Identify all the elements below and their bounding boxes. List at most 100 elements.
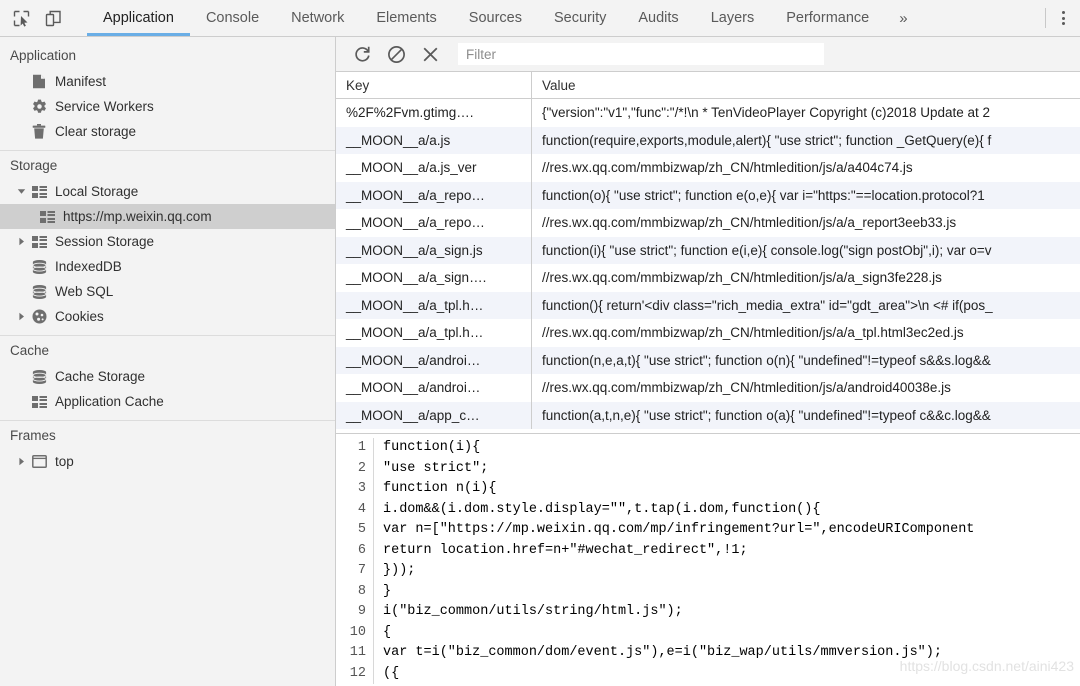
manifest-file-icon (28, 74, 50, 89)
storage-main-panel: Key Value %2F%2Fvm.gtimg….{"version":"v1… (336, 37, 1080, 686)
table-row[interactable]: __MOON__a/a_sign….//res.wx.qq.com/mmbizw… (336, 264, 1080, 292)
code-line: 5var n=["https://mp.weixin.qq.com/mp/inf… (336, 520, 1080, 541)
tab-console[interactable]: Console (190, 0, 275, 36)
line-text: { (374, 623, 391, 644)
sidebar-section-cache: Cache (0, 338, 335, 364)
sidebar-item-manifest[interactable]: Manifest (0, 69, 335, 94)
device-toolbar-icon[interactable] (40, 5, 66, 31)
database-icon (28, 260, 50, 274)
column-header-key[interactable]: Key (336, 72, 532, 99)
cell-key: %2F%2Fvm.gtimg…. (336, 99, 532, 127)
sidebar-item-local-storage[interactable]: Local Storage (0, 179, 335, 204)
value-preview-panel[interactable]: 1function(i){ 2"use strict"; 3function n… (336, 434, 1080, 686)
tab-security[interactable]: Security (538, 0, 622, 36)
sidebar-divider (0, 150, 335, 151)
table-row[interactable]: __MOON__a/a_repo…function(o){ "use stric… (336, 182, 1080, 210)
sidebar-item-label: Cookies (55, 310, 104, 324)
cell-key: __MOON__a/a_tpl.h… (336, 292, 532, 320)
tab-elements[interactable]: Elements (360, 0, 452, 36)
filter-input[interactable] (458, 43, 824, 65)
line-text: function n(i){ (374, 479, 496, 500)
cell-value: //res.wx.qq.com/mmbizwap/zh_CN/htmlediti… (532, 374, 1080, 402)
sidebar-item-web-sql[interactable]: Web SQL (0, 279, 335, 304)
sidebar-item-application-cache[interactable]: Application Cache (0, 389, 335, 414)
tab-sources[interactable]: Sources (453, 0, 538, 36)
line-text: var n=["https://mp.weixin.qq.com/mp/infr… (374, 520, 974, 541)
code-line: 8} (336, 582, 1080, 603)
table-row[interactable]: __MOON__a/a_repo…//res.wx.qq.com/mmbizwa… (336, 209, 1080, 237)
cell-value: //res.wx.qq.com/mmbizwap/zh_CN/htmlediti… (532, 319, 1080, 347)
chevron-right-icon[interactable] (14, 457, 28, 466)
code-line: 10{ (336, 623, 1080, 644)
devtools-tabbar: Application Console Network Elements Sou… (0, 0, 1080, 37)
sidebar-item-clear-storage[interactable]: Clear storage (0, 119, 335, 144)
refresh-icon[interactable] (350, 42, 374, 66)
tab-layers[interactable]: Layers (695, 0, 771, 36)
tab-audits[interactable]: Audits (622, 0, 694, 36)
table-row[interactable]: %2F%2Fvm.gtimg….{"version":"v1","func":"… (336, 99, 1080, 127)
table-row[interactable]: __MOON__a/a_sign.jsfunction(i){ "use str… (336, 237, 1080, 265)
tab-network[interactable]: Network (275, 0, 360, 36)
line-text: })); (374, 561, 415, 582)
line-number: 8 (336, 582, 374, 603)
sidebar-item-label: Local Storage (55, 185, 138, 199)
frame-icon (28, 455, 50, 468)
chevron-right-icon[interactable] (14, 237, 28, 246)
cell-key: __MOON__a/androi… (336, 374, 532, 402)
sidebar-item-cache-storage[interactable]: Cache Storage (0, 364, 335, 389)
code-line: 7})); (336, 561, 1080, 582)
tab-application[interactable]: Application (87, 0, 190, 36)
cell-value: //res.wx.qq.com/mmbizwap/zh_CN/htmlediti… (532, 209, 1080, 237)
table-row[interactable]: __MOON__a/a_tpl.h…function(){ return'<di… (336, 292, 1080, 320)
devtools-window: Application Console Network Elements Sou… (0, 0, 1080, 686)
line-text: i.dom&&(i.dom.style.display="",t.tap(i.d… (374, 500, 820, 521)
table-body: %2F%2Fvm.gtimg….{"version":"v1","func":"… (336, 99, 1080, 430)
code-line: 3function n(i){ (336, 479, 1080, 500)
sidebar-item-origin-weixin[interactable]: https://mp.weixin.qq.com (0, 204, 335, 229)
tab-label: Elements (376, 10, 436, 26)
sidebar-section-application: Application (0, 43, 335, 69)
clear-all-icon[interactable] (384, 42, 408, 66)
cell-value: //res.wx.qq.com/mmbizwap/zh_CN/htmlediti… (532, 154, 1080, 182)
kebab-menu-icon[interactable] (1052, 5, 1074, 31)
line-text: var t=i("biz_common/dom/event.js"),e=i("… (374, 643, 942, 664)
cell-key: __MOON__a/a.js (336, 127, 532, 155)
cell-key: __MOON__a/a_sign.js (336, 237, 532, 265)
table-row[interactable]: __MOON__a/a_tpl.h…//res.wx.qq.com/mmbizw… (336, 319, 1080, 347)
code-line: 4i.dom&&(i.dom.style.display="",t.tap(i.… (336, 500, 1080, 521)
cell-value: {"version":"v1","func":"/*!\n * TenVideo… (532, 99, 1080, 127)
tabbar-right-tools (1043, 0, 1080, 36)
table-row[interactable]: __MOON__a/androi…function(n,e,a,t){ "use… (336, 347, 1080, 375)
table-row[interactable]: __MOON__a/a.jsfunction(require,exports,m… (336, 127, 1080, 155)
chevron-down-icon[interactable] (14, 187, 28, 196)
storage-toolbar (336, 37, 1080, 72)
chevron-right-icon[interactable] (14, 312, 28, 321)
tab-label: Application (103, 10, 174, 26)
cell-key: __MOON__a/a_repo… (336, 209, 532, 237)
table-row[interactable]: __MOON__a/androi…//res.wx.qq.com/mmbizwa… (336, 374, 1080, 402)
line-text: function(i){ (374, 438, 480, 459)
sidebar-item-session-storage[interactable]: Session Storage (0, 229, 335, 254)
sidebar-item-service-workers[interactable]: Service Workers (0, 94, 335, 119)
cell-value: function(a,t,n,e){ "use strict"; functio… (532, 402, 1080, 430)
sidebar-item-label: Session Storage (55, 235, 154, 249)
line-text: } (374, 582, 391, 603)
line-number: 10 (336, 623, 374, 644)
code-line: 2"use strict"; (336, 459, 1080, 480)
sidebar-item-frame-top[interactable]: top (0, 449, 335, 474)
sidebar-item-label: Cache Storage (55, 370, 145, 384)
sidebar-item-cookies[interactable]: Cookies (0, 304, 335, 329)
tab-performance[interactable]: Performance (770, 0, 885, 36)
more-tabs-button[interactable]: » (885, 0, 921, 36)
storage-table-container[interactable]: Key Value %2F%2Fvm.gtimg….{"version":"v1… (336, 72, 1080, 434)
tab-label: Audits (638, 10, 678, 26)
delete-selected-icon[interactable] (418, 42, 442, 66)
table-row[interactable]: __MOON__a/a.js_ver//res.wx.qq.com/mmbizw… (336, 154, 1080, 182)
table-grid-icon (36, 211, 58, 223)
chevron-double-right-icon: » (899, 10, 907, 27)
inspect-element-icon[interactable] (8, 5, 34, 31)
sidebar-item-indexeddb[interactable]: IndexedDB (0, 254, 335, 279)
database-icon (28, 285, 50, 299)
column-header-value[interactable]: Value (532, 72, 1080, 99)
table-row[interactable]: __MOON__a/app_c…function(a,t,n,e){ "use … (336, 402, 1080, 430)
